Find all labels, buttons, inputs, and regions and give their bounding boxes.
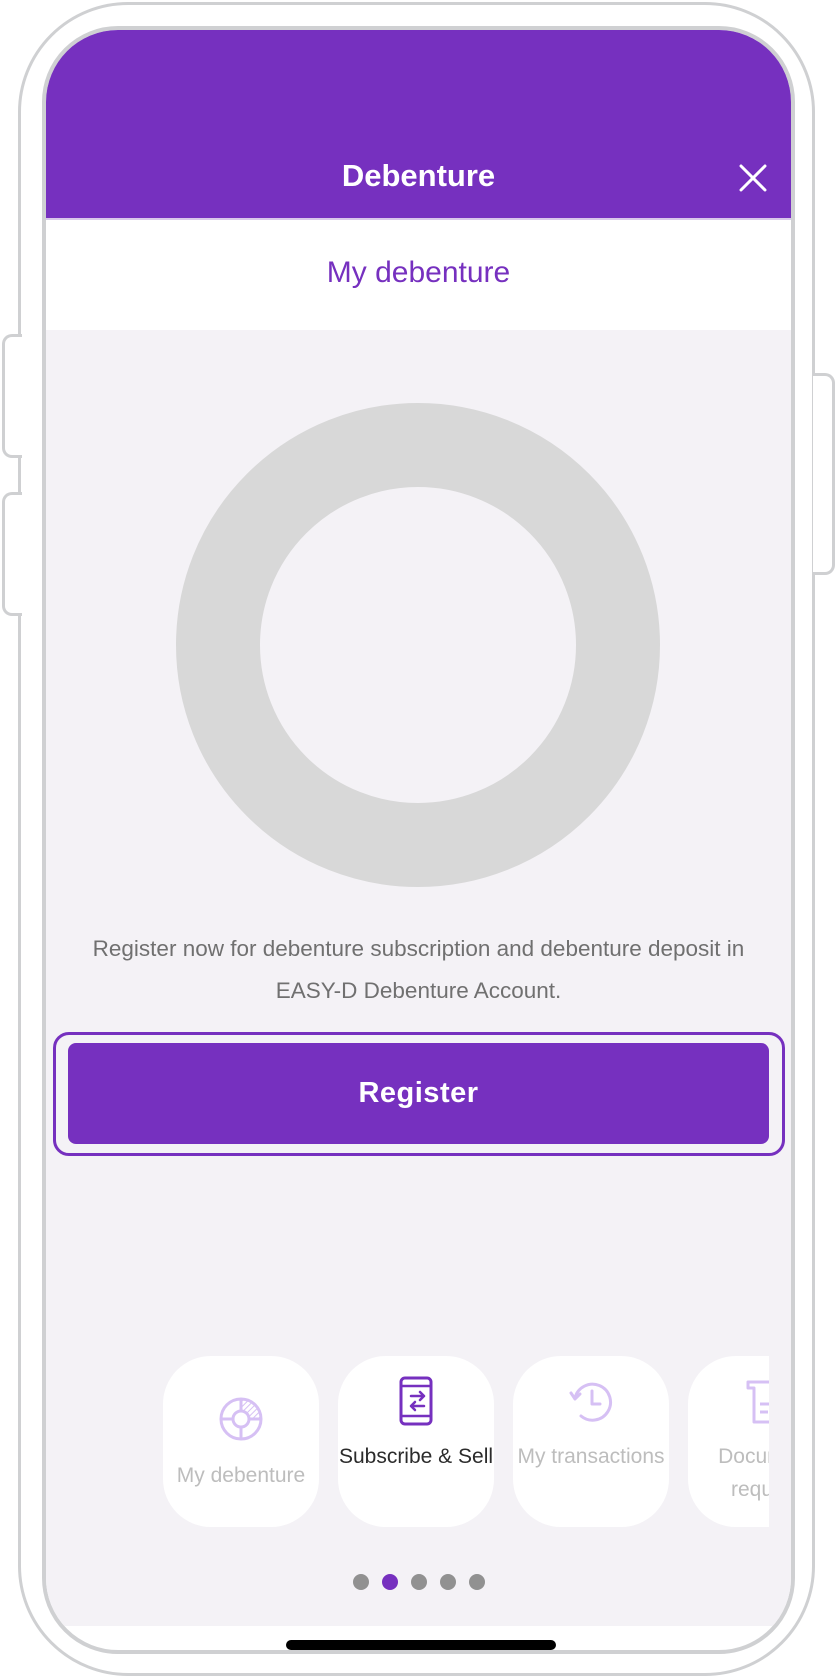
phone-screen: Debenture My debenture Register now for … bbox=[42, 26, 795, 1654]
carousel-item-subscribe-sell[interactable]: Subscribe & Sell bbox=[338, 1356, 494, 1527]
carousel-item-my-transactions[interactable]: My transactions bbox=[513, 1356, 669, 1527]
close-button[interactable] bbox=[737, 162, 769, 194]
pagination-dot-1[interactable] bbox=[352, 1574, 369, 1590]
pie-chart-icon bbox=[219, 1397, 263, 1441]
feature-carousel[interactable]: My debenture Subscribe & Sell My transac… bbox=[46, 1356, 769, 1556]
header-bar: Debenture bbox=[46, 30, 791, 220]
home-indicator bbox=[286, 1640, 556, 1650]
volume-down-button bbox=[2, 492, 22, 616]
empty-donut-chart bbox=[176, 403, 660, 887]
register-description: Register now for debenture subscription … bbox=[92, 936, 745, 1003]
phone-exchange-icon bbox=[399, 1376, 433, 1426]
pagination-dot-4[interactable] bbox=[439, 1574, 456, 1590]
carousel-item-my-debenture[interactable]: My debenture bbox=[163, 1356, 319, 1527]
register-button[interactable]: Register bbox=[68, 1043, 769, 1144]
carousel-item-label: Subscribe & Sell bbox=[338, 1445, 494, 1468]
carousel-item-label: My debenture bbox=[176, 1464, 306, 1487]
close-icon bbox=[739, 164, 767, 192]
donut-ring bbox=[176, 403, 660, 887]
carousel-pagination bbox=[46, 1574, 791, 1590]
power-button bbox=[813, 373, 835, 575]
carousel-item-document-request[interactable]: Document request bbox=[688, 1356, 769, 1527]
volume-up-button bbox=[2, 334, 22, 458]
carousel-item-label: My transactions bbox=[517, 1445, 665, 1468]
history-clock-icon bbox=[569, 1382, 612, 1422]
content-area: Register now for debenture subscription … bbox=[46, 330, 791, 1626]
pagination-dot-5[interactable] bbox=[468, 1574, 485, 1590]
tab-my-debenture[interactable]: My debenture bbox=[46, 256, 791, 290]
document-icon bbox=[746, 1380, 769, 1424]
page-title: Debenture bbox=[341, 158, 496, 193]
pagination-dot-2[interactable] bbox=[381, 1574, 398, 1590]
tab-bar: My debenture bbox=[46, 220, 791, 330]
carousel-item-label: Document request bbox=[718, 1445, 769, 1501]
pagination-dot-3[interactable] bbox=[410, 1574, 427, 1590]
